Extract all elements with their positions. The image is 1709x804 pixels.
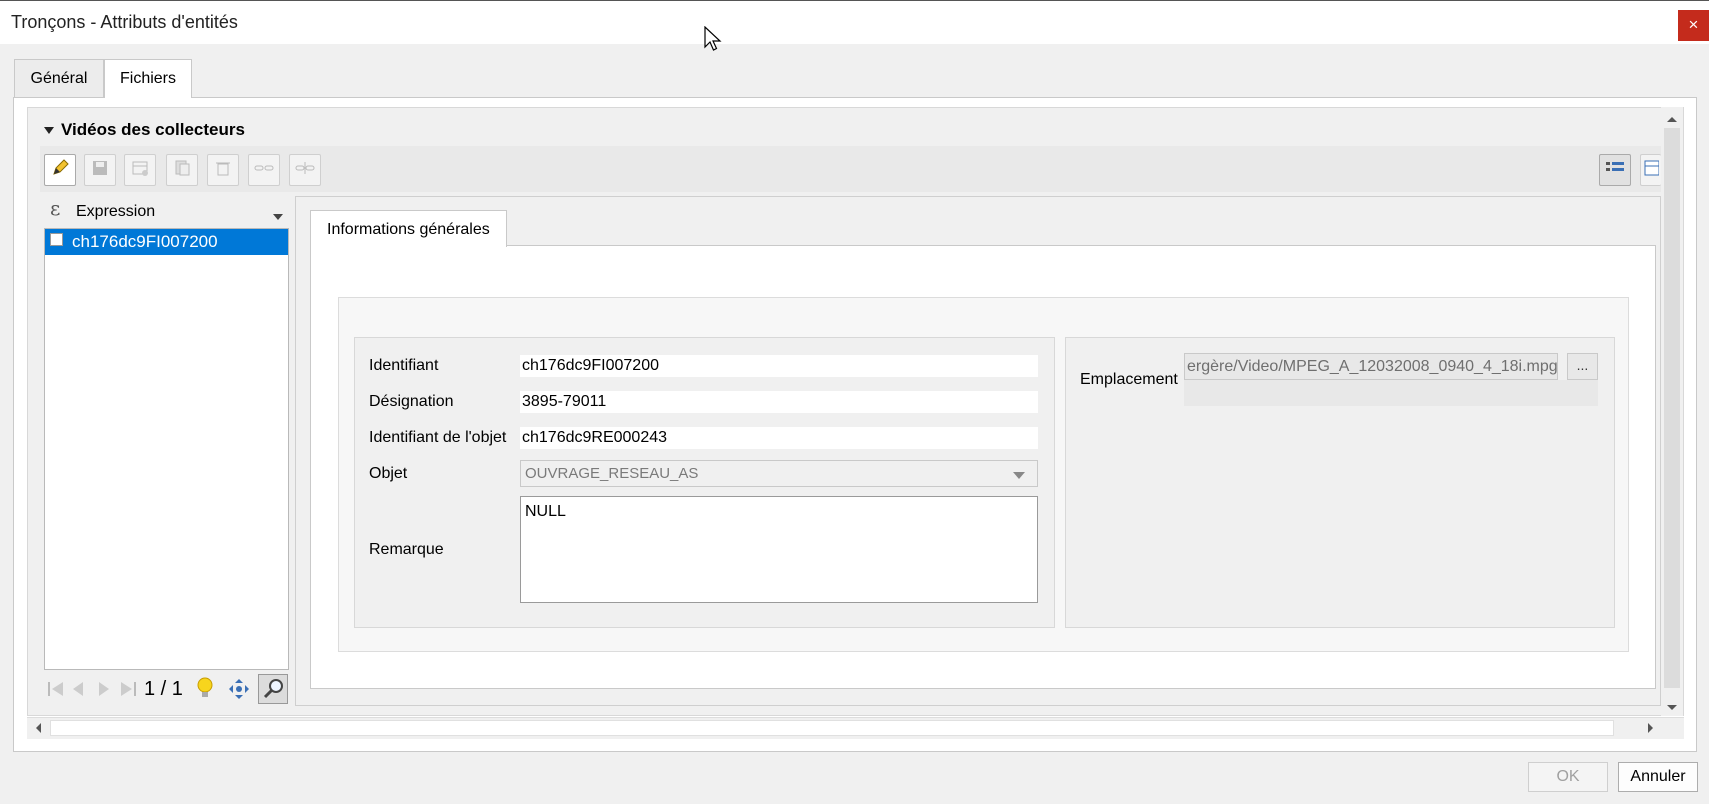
add-feature-button[interactable] [124, 154, 156, 186]
mouse-cursor-icon [704, 25, 722, 57]
tab-general[interactable]: Général [14, 59, 104, 97]
save-icon [90, 158, 110, 183]
identifiant-label: Identifiant [369, 357, 439, 374]
delete-button[interactable] [207, 154, 239, 186]
tab-informations-generales[interactable]: Informations générales [310, 210, 507, 247]
feature-list [44, 228, 289, 670]
zoom-to-feature-button[interactable] [258, 674, 288, 704]
window-title: Tronçons - Attributs d'entités [11, 12, 238, 32]
close-button[interactable]: × [1678, 10, 1709, 41]
vertical-scrollbar-thumb[interactable] [1664, 128, 1680, 688]
highlight-bulb-icon[interactable] [195, 676, 215, 707]
horizontal-scrollbar-thumb[interactable] [50, 720, 1614, 736]
designation-field[interactable]: 3895-79011 [520, 391, 1038, 413]
table-view-icon [1643, 159, 1660, 182]
list-item[interactable]: ch176dc9FI007200 [45, 229, 288, 255]
save-button[interactable] [84, 154, 116, 186]
copy-icon [172, 158, 192, 183]
unlink-button[interactable] [289, 154, 321, 186]
form-view-button[interactable] [1599, 154, 1631, 186]
list-item-label: ch176dc9FI007200 [72, 232, 218, 251]
link-icon [253, 158, 275, 183]
title-bar [0, 0, 1709, 44]
designation-label: Désignation [369, 393, 454, 410]
ok-button[interactable]: OK [1528, 762, 1608, 792]
unlink-icon [294, 158, 316, 183]
remarque-label: Remarque [369, 541, 444, 558]
toggle-editing-button[interactable] [44, 154, 76, 186]
form-view-icon [1604, 159, 1626, 182]
scroll-right-icon[interactable] [1646, 721, 1656, 740]
tab-fichiers[interactable]: Fichiers [104, 59, 192, 98]
previous-record-icon[interactable] [71, 680, 85, 703]
pan-to-feature-icon[interactable] [228, 678, 250, 705]
copy-button[interactable] [166, 154, 198, 186]
scroll-up-icon[interactable] [1665, 111, 1679, 129]
expression-icon: ε [50, 196, 61, 220]
pencil-edit-icon [50, 158, 70, 183]
identifiant-objet-label: Identifiant de l'objet [369, 429, 507, 446]
emplacement-preview [1184, 380, 1598, 406]
emplacement-field[interactable]: ergère/Video/MPEG_A_12032008_0940_4_18i.… [1184, 353, 1558, 380]
identifiant-objet-field[interactable]: ch176dc9RE000243 [520, 427, 1038, 449]
section-header[interactable]: Vidéos des collecteurs [43, 120, 245, 140]
emplacement-label: Emplacement [1080, 371, 1178, 388]
objet-label: Objet [369, 465, 408, 482]
expression-selector[interactable]: ε Expression [44, 196, 290, 226]
collapse-arrow-icon[interactable] [43, 120, 55, 140]
list-item-checkbox[interactable] [50, 233, 63, 246]
link-button[interactable] [248, 154, 280, 186]
browse-button[interactable]: ... [1567, 353, 1598, 380]
chevron-down-icon[interactable] [1012, 467, 1026, 485]
next-record-icon[interactable] [97, 680, 111, 703]
magnifier-icon [263, 678, 285, 705]
list-navigation: 1 / 1 [44, 672, 290, 706]
objet-select[interactable]: OUVRAGE_RESEAU_AS [520, 460, 1038, 487]
remarque-textarea[interactable]: NULL [520, 496, 1038, 603]
last-record-icon[interactable] [119, 680, 137, 703]
dropdown-arrow-icon[interactable] [272, 208, 284, 226]
add-feature-icon [130, 158, 150, 183]
expression-label: Expression [76, 203, 156, 220]
cancel-button[interactable]: Annuler [1618, 762, 1698, 792]
first-record-icon[interactable] [47, 680, 65, 703]
identifiant-field[interactable]: ch176dc9FI007200 [520, 355, 1038, 377]
page-indicator: 1 / 1 [144, 678, 183, 700]
scroll-left-icon[interactable] [33, 721, 43, 740]
table-view-button[interactable] [1640, 154, 1661, 186]
section-title: Vidéos des collecteurs [61, 120, 245, 139]
delete-icon [213, 158, 233, 183]
toolbar [40, 146, 1661, 192]
scroll-down-icon[interactable] [1665, 700, 1679, 718]
